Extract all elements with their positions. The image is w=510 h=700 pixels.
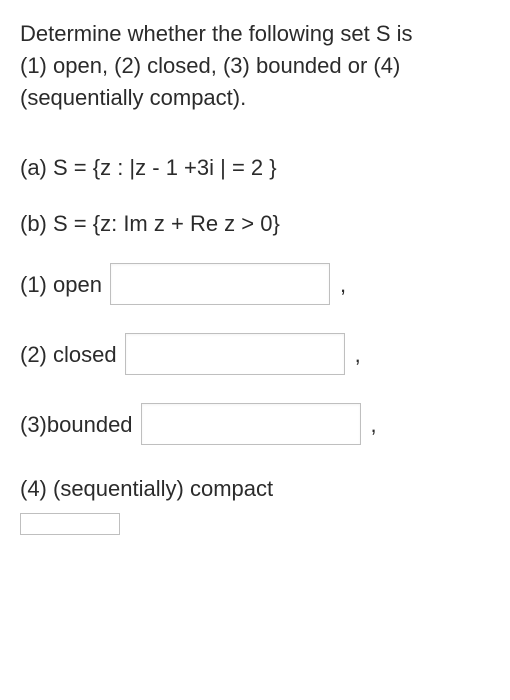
answer-row-closed: (2) closed , (20, 333, 490, 375)
compact-input[interactable] (20, 513, 120, 535)
intro-line-1: Determine whether the following set S is (20, 18, 490, 50)
comma-2: , (355, 339, 361, 371)
comma-1: , (340, 269, 346, 301)
answer-row-compact: (4) (sequentially) compact (20, 473, 490, 537)
part-a: (a) S = {z : |z - 1 +3i | = 2 } (20, 152, 490, 184)
bounded-label: (3)bounded (20, 409, 133, 441)
closed-label: (2) closed (20, 339, 117, 371)
bounded-input[interactable] (141, 403, 361, 445)
answer-row-bounded: (3)bounded , (20, 403, 490, 445)
answer-row-open: (1) open , (20, 263, 490, 305)
part-b: (b) S = {z: Im z + Re z > 0} (20, 208, 490, 240)
open-label: (1) open (20, 269, 102, 301)
question-intro: Determine whether the following set S is… (20, 18, 490, 114)
intro-line-2: (1) open, (2) closed, (3) bounded or (4) (20, 50, 490, 82)
comma-3: , (371, 409, 377, 441)
open-input[interactable] (110, 263, 330, 305)
intro-line-3: (sequentially compact). (20, 82, 490, 114)
compact-label: (4) (sequentially) compact (20, 473, 490, 505)
closed-input[interactable] (125, 333, 345, 375)
